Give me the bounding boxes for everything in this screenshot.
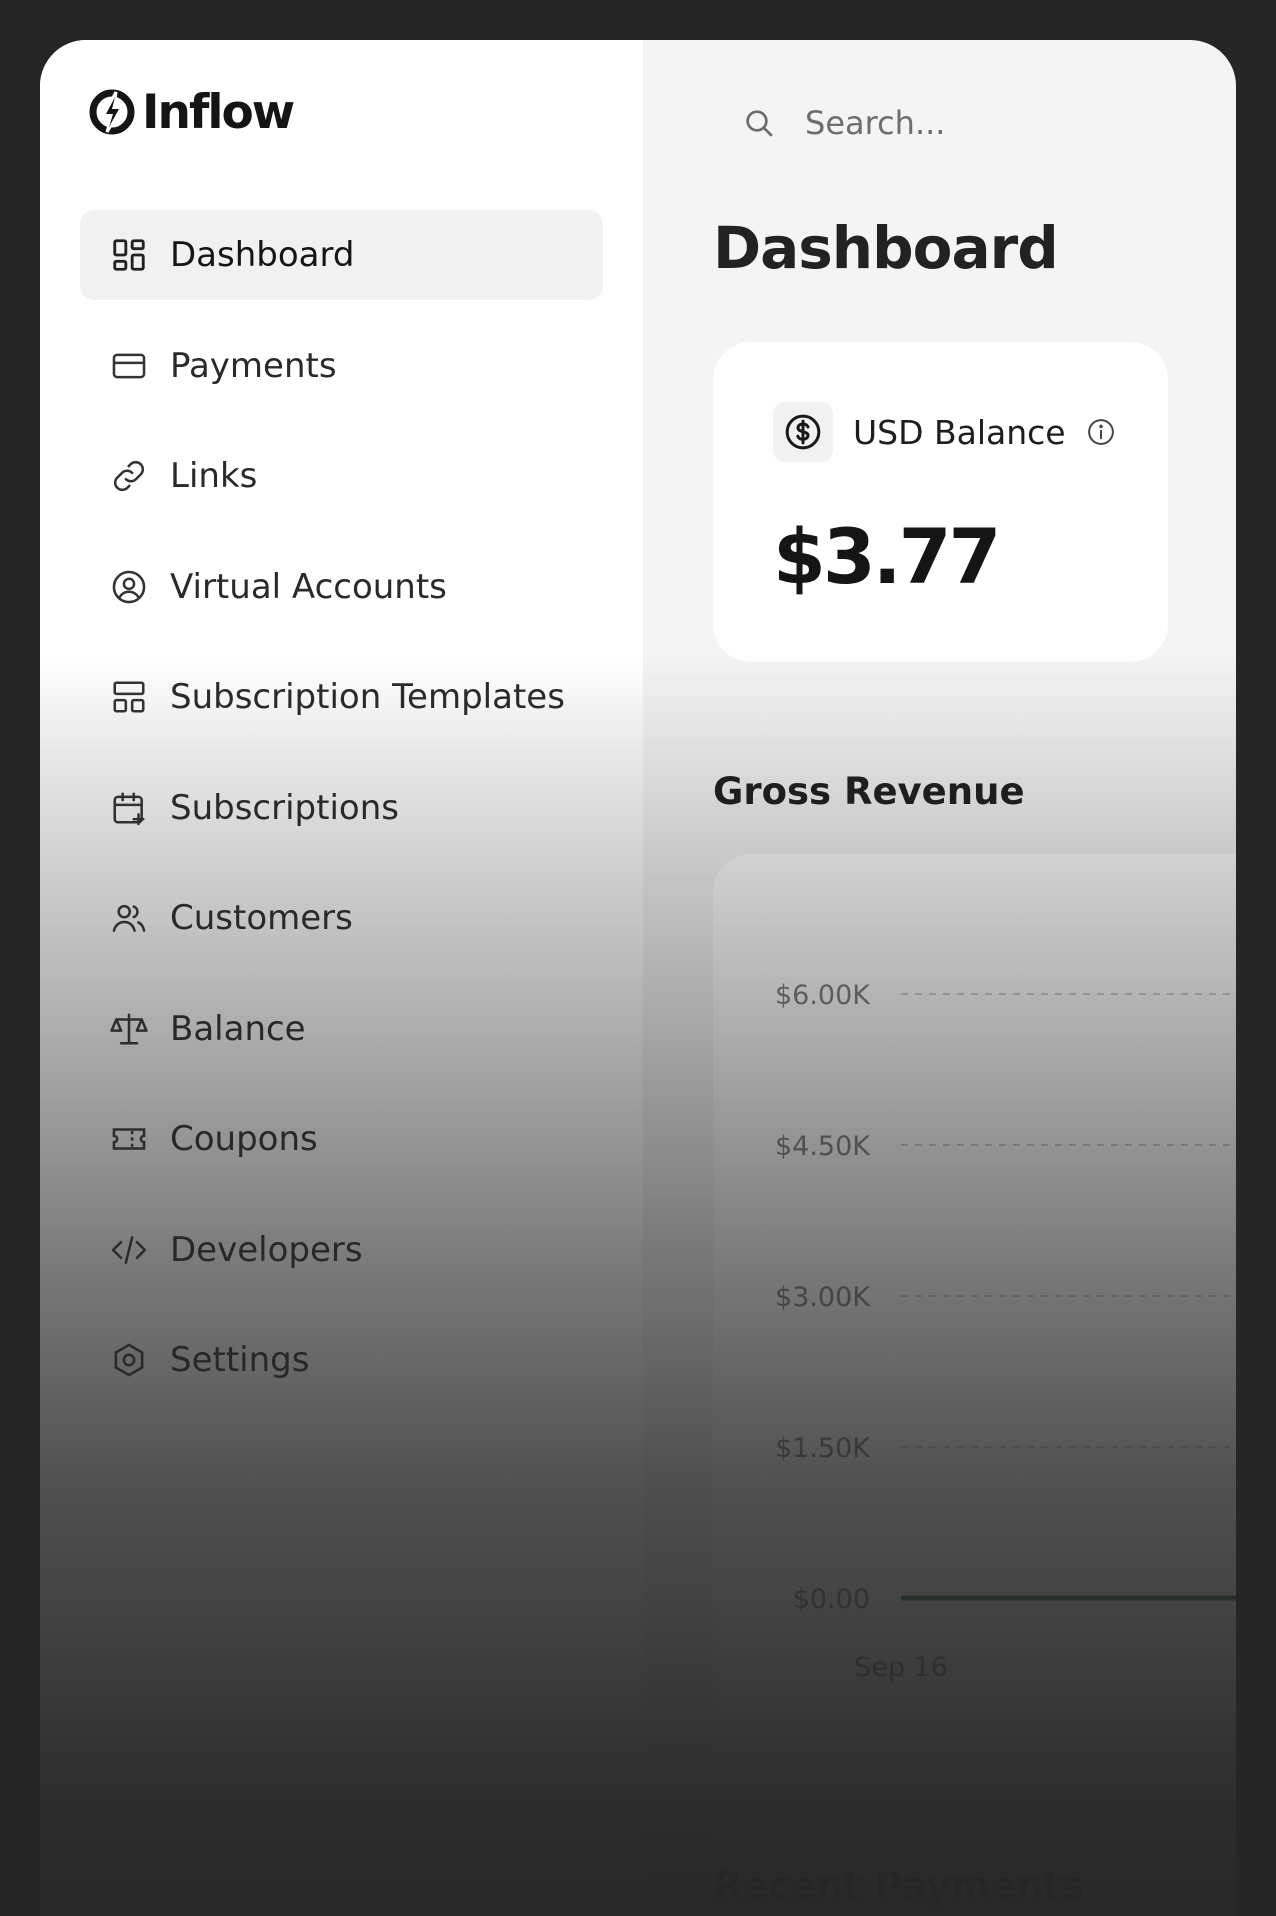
- code-icon: [111, 1235, 147, 1264]
- x-tick-label: Sep 16: [854, 1652, 948, 1683]
- brand-logo[interactable]: Inflow: [88, 84, 295, 140]
- sidebar-item-label: Subscription Templates: [170, 677, 565, 717]
- info-icon[interactable]: [1086, 417, 1116, 447]
- sidebar-item-subscriptions[interactable]: Subscriptions: [80, 763, 603, 853]
- y-tick-label: $3.00K: [775, 1282, 871, 1313]
- search-icon: [746, 110, 773, 137]
- sidebar-item-coupons[interactable]: Coupons: [80, 1094, 603, 1184]
- dashboard-grid-icon: [113, 239, 145, 271]
- page-title: Dashboard: [713, 214, 1059, 282]
- y-tick-label: $1.50K: [775, 1433, 871, 1464]
- scale-icon: [110, 1012, 148, 1045]
- balance-amount: $3.77: [773, 512, 1001, 601]
- recent-payments-title: Recent Payments: [713, 1864, 1085, 1908]
- sidebar-item-label: Customers: [170, 898, 353, 938]
- user-circle-icon: [112, 570, 146, 603]
- search-input[interactable]: [805, 104, 1185, 142]
- y-tick-label: $6.00K: [775, 980, 871, 1011]
- calendar-plus-icon: [113, 791, 145, 825]
- sidebar-item-label: Settings: [170, 1340, 310, 1380]
- app-screen: Inflow Dashboard Payments Links Virtual …: [40, 40, 1236, 1916]
- link-icon: [113, 460, 145, 492]
- gear-hexagon-icon: [114, 1343, 144, 1377]
- sidebar-item-label: Balance: [170, 1008, 306, 1049]
- sidebar-item-links[interactable]: Links: [80, 431, 603, 521]
- main-content: Dashboard USD Balance $3.77 Gross Revenu…: [643, 40, 1236, 1916]
- balance-card-header: USD Balance: [773, 402, 1116, 462]
- coin-icon-box: [773, 402, 833, 462]
- chart-canvas: $6.00K $4.50K $3.00K $1.50K $0.00 Sep 16: [775, 980, 1236, 1683]
- usd-balance-card[interactable]: USD Balance $3.77: [713, 342, 1168, 662]
- inflow-logo-icon: [89, 89, 135, 135]
- y-tick-label: $0.00: [793, 1584, 870, 1615]
- sidebar-item-developers[interactable]: Developers: [80, 1205, 603, 1295]
- sidebar-nav: Dashboard Payments Links Virtual Account…: [80, 210, 603, 1426]
- search-bar[interactable]: [743, 98, 1185, 148]
- template-layout-icon: [113, 681, 145, 713]
- sidebar-item-label: Developers: [170, 1229, 363, 1270]
- sidebar-item-subscription-templates[interactable]: Subscription Templates: [80, 652, 603, 742]
- sidebar-item-customers[interactable]: Customers: [80, 873, 603, 963]
- sidebar-item-label: Links: [170, 456, 258, 496]
- sidebar-item-label: Payments: [170, 345, 337, 386]
- gross-revenue-title: Gross Revenue: [713, 770, 1025, 813]
- sidebar-item-settings[interactable]: Settings: [80, 1315, 603, 1405]
- dollar-coin-icon: [785, 414, 821, 450]
- users-icon: [112, 904, 146, 932]
- sidebar-item-label: Virtual Accounts: [170, 566, 447, 607]
- sidebar-item-label: Dashboard: [170, 235, 355, 275]
- sidebar-item-virtual-accounts[interactable]: Virtual Accounts: [80, 542, 603, 632]
- sidebar-item-label: Subscriptions: [170, 787, 399, 828]
- ticket-icon: [112, 1128, 146, 1150]
- sidebar-item-dashboard[interactable]: Dashboard: [80, 210, 603, 300]
- balance-label: USD Balance: [853, 412, 1066, 452]
- credit-card-icon: [112, 353, 146, 378]
- sidebar-item-label: Coupons: [170, 1119, 318, 1159]
- sidebar-item-balance[interactable]: Balance: [80, 984, 603, 1074]
- sidebar: Inflow Dashboard Payments Links Virtual …: [40, 40, 643, 1916]
- gross-revenue-chart: $6.00K $4.50K $3.00K $1.50K $0.00 Sep 16: [713, 854, 1236, 1916]
- brand-name: Inflow: [142, 84, 295, 140]
- y-tick-label: $4.50K: [775, 1131, 871, 1162]
- device-frame: Inflow Dashboard Payments Links Virtual …: [0, 0, 1276, 1916]
- sidebar-item-payments[interactable]: Payments: [80, 321, 603, 411]
